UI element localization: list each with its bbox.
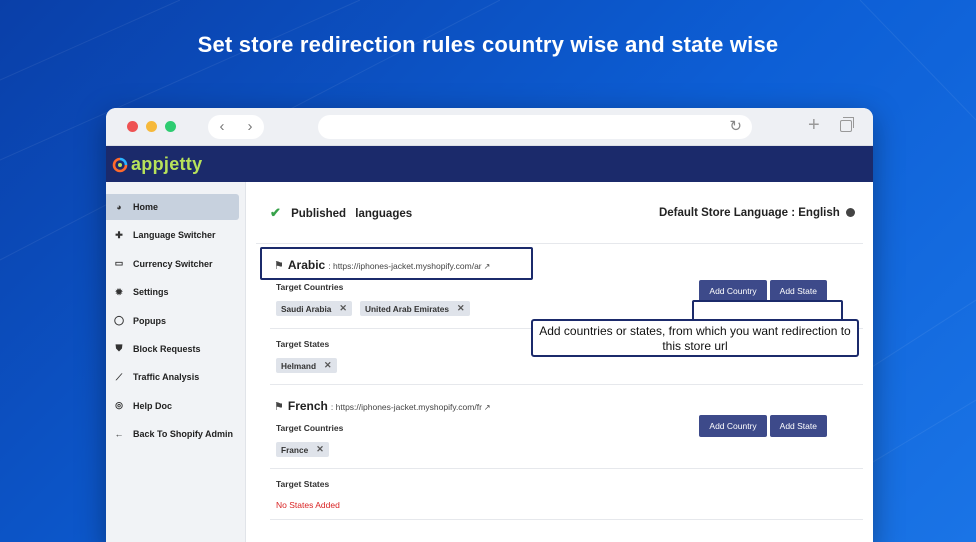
sidebar-item-label: Back To Shopify Admin: [133, 429, 234, 440]
maximize-window-button[interactable]: [165, 121, 176, 132]
sidebar-item-settings[interactable]: ✹ Settings: [106, 279, 239, 305]
remove-tag-icon[interactable]: ✕: [457, 303, 465, 314]
add-buttons-french: Add Country Add State: [699, 415, 827, 437]
new-tab-icon[interactable]: +: [808, 114, 820, 137]
lifebuoy-icon: ◎: [115, 400, 123, 411]
sidebar-item-help-doc[interactable]: ◎ Help Doc: [106, 393, 239, 419]
appjetty-logo[interactable]: appjetty: [112, 154, 202, 175]
add-state-button[interactable]: Add State: [769, 415, 827, 437]
sidebar-item-label: Settings: [133, 287, 169, 298]
reload-icon[interactable]: ↻: [729, 117, 742, 135]
languages-label: languages: [355, 207, 413, 220]
add-country-button[interactable]: Add Country: [699, 280, 767, 302]
dashboard-icon: ◕: [116, 202, 122, 212]
address-bar[interactable]: ↻: [318, 115, 752, 139]
sidebar-item-currency-switcher[interactable]: ▭ Currency Switcher: [106, 251, 239, 277]
language-name: French: [287, 399, 328, 413]
country-tag: France ✕: [276, 442, 329, 457]
sidebar-item-label: Currency Switcher: [133, 258, 213, 269]
forward-icon[interactable]: ›: [238, 115, 262, 139]
back-icon[interactable]: ‹: [210, 115, 234, 139]
country-tag: Saudi Arabia ✕: [276, 301, 352, 316]
target-states-label: Target States: [276, 479, 330, 489]
puzzle-icon: ✚: [115, 229, 123, 240]
sidebar-item-label: Help Doc: [133, 400, 173, 411]
default-store-language: Default Store Language : English: [658, 206, 840, 219]
sidebar-item-traffic-analysis[interactable]: ⟋ Traffic Analysis: [106, 364, 239, 390]
close-window-button[interactable]: [127, 121, 138, 132]
language-card-french: ⚑ French : https://iphones-jacket.myshop…: [256, 385, 863, 520]
published-languages-header: ✔ Published languages Default Store Lang…: [256, 182, 863, 244]
check-icon: ✔: [270, 204, 281, 220]
minimize-window-button[interactable]: [146, 121, 157, 132]
sidebar-item-label: Home: [133, 202, 159, 212]
logo-mark-icon: [112, 157, 128, 172]
flag-icon: ⚑: [274, 401, 284, 413]
remove-tag-icon[interactable]: ✕: [316, 444, 324, 455]
remove-tag-icon[interactable]: ✕: [339, 303, 347, 314]
state-tag: Helmand ✕: [276, 358, 337, 373]
sidebar-item-label: Traffic Analysis: [133, 372, 200, 383]
published-label: Published: [291, 207, 347, 220]
remove-tag-icon[interactable]: ✕: [324, 360, 332, 371]
logo-text: appjetty: [131, 154, 203, 174]
shield-icon: ⛊: [115, 343, 123, 354]
sidebar-item-label: Language Switcher: [133, 230, 216, 241]
globe-icon: [846, 207, 855, 217]
arrow-left-icon: ←: [114, 429, 124, 440]
add-buttons-arabic: Add Country Add State: [699, 280, 827, 302]
gear-icon: ✹: [115, 286, 123, 297]
no-states-message: No States Added: [276, 500, 340, 510]
money-icon: ▭: [114, 258, 124, 269]
language-url-link[interactable]: : https://iphones-jacket.myshopify.com/f…: [331, 402, 491, 412]
sidebar-item-popups[interactable]: ◯ Popups: [106, 308, 239, 334]
add-country-button[interactable]: Add Country: [699, 415, 767, 437]
country-tag: United Arab Emirates ✕: [359, 301, 470, 316]
sidebar-item-label: Popups: [133, 315, 166, 326]
sidebar-item-block-requests[interactable]: ⛊ Block Requests: [106, 336, 239, 362]
external-link-icon: ↗: [483, 403, 491, 412]
main-content: ✔ Published languages Default Store Lang…: [246, 182, 873, 542]
sidebar-item-home[interactable]: ◕ Home: [106, 194, 239, 220]
browser-window: ‹ › ↻ + appjetty ◕ Home ✚ Language Switc…: [106, 108, 873, 542]
callout-annotation: Add countries or states, from which you …: [531, 319, 859, 357]
country-tags: France ✕: [256, 442, 863, 457]
browser-titlebar: ‹ › ↻ +: [106, 108, 873, 146]
app-header: appjetty: [106, 146, 873, 182]
sidebar-item-language-switcher[interactable]: ✚ Language Switcher: [106, 222, 239, 248]
chart-line-icon: ⟋: [115, 371, 123, 382]
chat-icon: ◯: [113, 315, 125, 326]
highlight-language-url: [260, 247, 533, 280]
headline: Set store redirection rules country wise…: [197, 32, 779, 57]
nav-buttons: ‹ ›: [208, 115, 264, 139]
sidebar-item-label: Block Requests: [133, 343, 201, 354]
sidebar-item-back-to-shopify[interactable]: ← Back To Shopify Admin: [106, 421, 239, 447]
state-tags: Helmand ✕: [256, 358, 863, 373]
sidebar: ◕ Home ✚ Language Switcher ▭ Currency Sw…: [106, 182, 246, 542]
tabs-overview-icon[interactable]: [840, 117, 854, 132]
add-state-button[interactable]: Add State: [769, 280, 827, 302]
